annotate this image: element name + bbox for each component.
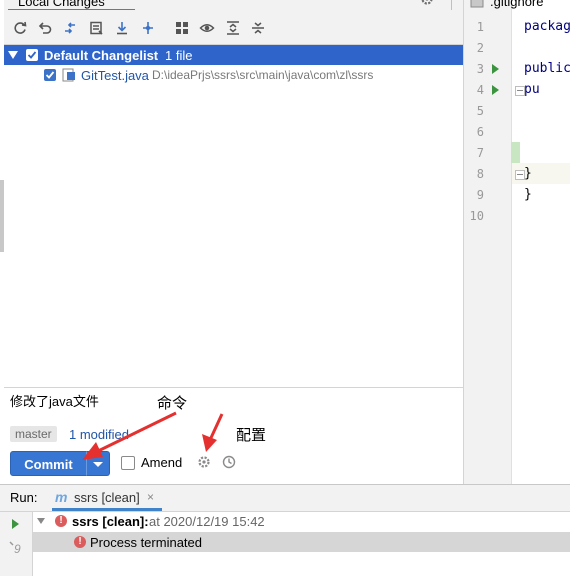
- run-message: Process terminated: [90, 535, 202, 550]
- diff-icon[interactable]: [62, 20, 78, 36]
- modified-link[interactable]: 1 modified: [69, 427, 129, 442]
- line-number: 7: [476, 146, 484, 160]
- gutter-border: [511, 0, 512, 484]
- annotation-command: 命令: [157, 395, 188, 412]
- changes-tree: Default Changelist 1 file GitTest.java D…: [4, 45, 463, 387]
- expand-arrow-icon[interactable]: [37, 518, 45, 524]
- line-number: 4: [476, 83, 484, 97]
- changelist-checkbox[interactable]: [26, 49, 38, 61]
- line-number: 1: [476, 20, 484, 34]
- changes-panel: Local Changes Default Changelist 1 file …: [0, 0, 463, 484]
- amend-label: Amend: [141, 455, 183, 470]
- refresh-icon[interactable]: [12, 20, 28, 36]
- code-line[interactable]: packag: [524, 19, 570, 34]
- amend-checkbox[interactable]: [121, 456, 135, 470]
- annotation-config: 配置: [236, 427, 267, 444]
- code-line[interactable]: }: [524, 166, 532, 181]
- file-name: GitTest.java: [81, 68, 149, 83]
- changes-tab-header: Local Changes: [4, 0, 463, 12]
- run-tabbar: Run: m ssrs [clean] ×: [0, 485, 570, 512]
- expand-all-icon[interactable]: [225, 20, 241, 36]
- run-entry-time: at 2020/12/19 15:42: [149, 514, 265, 529]
- line-number: 8: [476, 167, 484, 181]
- chevron-down-icon: [93, 462, 103, 467]
- run-message-row[interactable]: ! Process terminated: [33, 532, 570, 552]
- file-path: D:\ideaPrjs\ssrs\src\main\java\com\zl\ss…: [152, 68, 374, 82]
- error-icon: !: [55, 515, 67, 527]
- tab-divider: [451, 0, 452, 10]
- preview-icon[interactable]: [199, 20, 215, 36]
- line-number: 9: [476, 188, 484, 202]
- update-icon[interactable]: [114, 20, 130, 36]
- changelist-name: Default Changelist: [44, 48, 159, 63]
- tab-local-changes[interactable]: Local Changes: [18, 0, 105, 9]
- code-line[interactable]: public: [524, 61, 570, 76]
- run-panel: Run: m ssrs [clean] × 9 ! ssrs [clean]: …: [0, 484, 570, 576]
- change-marker[interactable]: [511, 142, 520, 163]
- expand-arrow-icon[interactable]: [8, 51, 18, 59]
- run-side-toolbar: 9: [0, 512, 33, 576]
- run-entry-row[interactable]: ! ssrs [clean]: at 2020/12/19 15:42: [33, 512, 570, 532]
- code-editor: .gitignore 1 2 3 4 5 6 7 8 9 10 packag p…: [464, 0, 570, 484]
- code-line[interactable]: }: [524, 187, 532, 202]
- history-clock-icon[interactable]: [222, 455, 236, 469]
- changelist-count: 1 file: [165, 48, 193, 63]
- file-checkbox[interactable]: [44, 69, 56, 81]
- line-number: 5: [476, 104, 484, 118]
- run-tab-label: ssrs [clean]: [74, 490, 140, 505]
- file-row[interactable]: GitTest.java D:\ideaPrjs\ssrs\src\main\j…: [4, 65, 463, 85]
- maven-icon: m: [55, 489, 68, 505]
- rerun-icon[interactable]: [12, 519, 19, 529]
- run-tab-indicator: [52, 508, 162, 511]
- settings-gear-icon[interactable]: [420, 0, 434, 6]
- branch-badge: master: [10, 426, 57, 442]
- run-tab-ssrs[interactable]: m ssrs [clean] ×: [52, 485, 162, 511]
- error-icon: !: [74, 536, 86, 548]
- svg-text:9: 9: [14, 542, 21, 556]
- code-line[interactable]: pu: [524, 82, 540, 97]
- shelve-icon[interactable]: [88, 20, 104, 36]
- changes-toolbar: [4, 10, 463, 45]
- line-number: 3: [476, 62, 484, 76]
- run-class-icon[interactable]: [492, 64, 499, 74]
- commit-message-input[interactable]: 修改了java文件: [10, 391, 99, 410]
- line-number: 2: [476, 41, 484, 55]
- line-number: 6: [476, 125, 484, 139]
- file-icon: [470, 0, 484, 8]
- tree-icon[interactable]: [140, 20, 156, 36]
- rollback-icon[interactable]: [37, 20, 53, 36]
- close-icon[interactable]: ×: [147, 490, 154, 504]
- commit-dropdown-button[interactable]: [86, 451, 110, 476]
- line-number: 10: [469, 209, 484, 223]
- java-file-icon: [62, 68, 75, 82]
- stop-debug-icon[interactable]: 9: [8, 540, 26, 556]
- group-icon[interactable]: [174, 20, 190, 36]
- run-method-icon[interactable]: [492, 85, 499, 95]
- changelist-row[interactable]: Default Changelist 1 file: [4, 45, 463, 65]
- editor-tab-gitignore[interactable]: .gitignore: [490, 0, 543, 9]
- commit-button[interactable]: Commit: [10, 451, 87, 476]
- run-label: Run:: [10, 490, 38, 505]
- commit-area: 修改了java文件 master 1 modified Commit Amend: [4, 388, 463, 484]
- collapse-all-icon[interactable]: [250, 20, 266, 36]
- run-entry-name: ssrs [clean]:: [72, 514, 149, 529]
- commit-options-gear-icon[interactable]: [197, 455, 211, 469]
